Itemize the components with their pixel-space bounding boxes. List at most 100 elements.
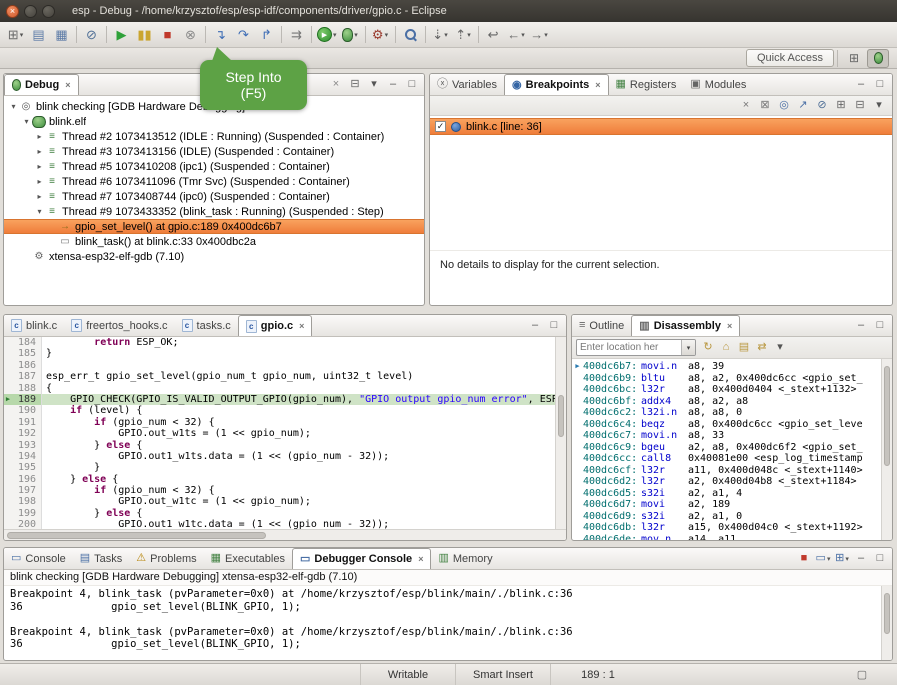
tab-executables[interactable]: ▦Executables: [204, 548, 292, 569]
disassembly-line[interactable]: 400dc6cf:l32ra11, 0x400d048c <_stext+114…: [572, 465, 892, 477]
tab-blink-c[interactable]: cblink.c: [4, 315, 64, 336]
twistie-icon[interactable]: ▸: [34, 147, 45, 156]
twistie-icon[interactable]: ▸: [34, 132, 45, 141]
save-all-button[interactable]: ▦: [50, 24, 73, 46]
tab-registers[interactable]: ▦Registers: [609, 74, 684, 95]
display-selected-console-button[interactable]: ▭▾: [814, 550, 832, 568]
code-line[interactable]: 188{: [4, 383, 566, 394]
tab-breakpoints[interactable]: ◉Breakpoints×: [504, 74, 608, 95]
previous-annotation-button[interactable]: ⇡▾: [452, 24, 475, 46]
twistie-icon[interactable]: ▾: [34, 207, 45, 216]
new-wizard-dropdown-icon[interactable]: ▾: [20, 31, 24, 39]
tab-disassembly[interactable]: ▥Disassembly×: [631, 315, 740, 336]
close-tab-icon[interactable]: ×: [418, 554, 423, 564]
new-wizard-button[interactable]: ⊞▾: [4, 24, 27, 46]
disassembly-line[interactable]: 400dc6c7:movi.na8, 33: [572, 430, 892, 442]
code-line[interactable]: 195 }: [4, 462, 566, 473]
back-dropdown-icon[interactable]: ▾: [521, 31, 525, 39]
save-button[interactable]: ▤: [27, 24, 50, 46]
debug-button[interactable]: ▾: [339, 24, 362, 46]
editor-vscroll-thumb[interactable]: [558, 395, 564, 437]
last-edit-location-button[interactable]: ↩: [482, 24, 505, 46]
tab-debugger-console[interactable]: ▭Debugger Console×: [292, 548, 431, 569]
code-line[interactable]: 200 GPIO.out1_w1tc.data = (1 << (gpio_nu…: [4, 519, 566, 529]
disassembly-line[interactable]: 400dc6db:l32ra15, 0x400d04c0 <_stext+119…: [572, 522, 892, 534]
show-breakpoints-supported-button[interactable]: ◎: [775, 97, 793, 115]
remove-all-terminated-button[interactable]: ×: [327, 76, 345, 94]
code-line[interactable]: 191 if (gpio_num < 32) {: [4, 417, 566, 428]
maximize-button[interactable]: □: [871, 317, 889, 335]
tab-variables[interactable]: ⓧVariables: [430, 74, 504, 95]
display-selected-console-dropdown-icon[interactable]: ▾: [827, 555, 831, 563]
back-button[interactable]: ←▾: [505, 24, 528, 46]
twistie-icon[interactable]: ▸: [34, 162, 45, 171]
debug-tree-item[interactable]: ▾blink.elf: [4, 114, 424, 129]
console-output[interactable]: Breakpoint 4, blink_task (pvParameter=0x…: [4, 586, 892, 660]
search-button[interactable]: [399, 24, 422, 46]
breakpoint-row[interactable]: ✓blink.c [line: 36]: [430, 118, 892, 135]
twistie-icon[interactable]: ▸: [34, 177, 45, 186]
show-source-button[interactable]: ▤: [735, 339, 753, 357]
run-dropdown-icon[interactable]: ▾: [333, 31, 337, 39]
code-line[interactable]: 185}: [4, 348, 566, 359]
minimize-button[interactable]: –: [852, 76, 870, 94]
open-console-dropdown-icon[interactable]: ▾: [845, 555, 849, 563]
location-combo[interactable]: ▾: [576, 339, 696, 356]
close-tab-icon[interactable]: ×: [595, 80, 600, 90]
code-line[interactable]: 193 } else {: [4, 440, 566, 451]
window-minimize-button[interactable]: [24, 5, 37, 18]
disassembly-line[interactable]: 400dc6c9:bgeua2, a8, 0x400dc6f2 <gpio_se…: [572, 442, 892, 454]
status-right-icon[interactable]: ▢: [853, 666, 871, 684]
home-button[interactable]: ⌂: [717, 339, 735, 357]
console-vscroll-thumb[interactable]: [884, 593, 890, 634]
minimize-button[interactable]: –: [852, 550, 870, 568]
tab-gpio-c[interactable]: cgpio.c×: [238, 315, 313, 336]
tab-outline[interactable]: ≡Outline: [572, 315, 631, 336]
debug-tree-item[interactable]: ▸≡Thread #6 1073411096 (Tmr Svc) (Suspen…: [4, 174, 424, 189]
twistie-icon[interactable]: ▾: [8, 102, 19, 111]
debug-tree-item[interactable]: ⚙xtensa-esp32-elf-gdb (7.10): [4, 249, 424, 264]
disconnect-button[interactable]: ⊗: [179, 24, 202, 46]
expand-all-button[interactable]: ⊞: [832, 97, 850, 115]
code-line[interactable]: 190 if (level) {: [4, 405, 566, 416]
minimize-button[interactable]: –: [384, 76, 402, 94]
tab-console[interactable]: ▭Console: [4, 548, 73, 569]
disassembly-vscroll-thumb[interactable]: [884, 366, 890, 466]
code-line[interactable]: 184 return ESP_OK;: [4, 337, 566, 348]
tab-memory[interactable]: ▥Memory: [431, 548, 499, 569]
tab-freertos-hooks-c[interactable]: cfreertos_hooks.c: [64, 315, 174, 336]
editor-horizontal-scrollbar[interactable]: [4, 529, 566, 540]
tab-debug[interactable]: Debug×: [4, 74, 79, 95]
twistie-icon[interactable]: ▸: [34, 192, 45, 201]
window-close-button[interactable]: ×: [6, 5, 19, 18]
breakpoint-checkbox[interactable]: ✓: [435, 121, 446, 132]
view-menu-button[interactable]: ▾: [365, 76, 383, 94]
resume-button[interactable]: ▶: [110, 24, 133, 46]
disassembly-line[interactable]: 400dc6c4:beqza8, 0x400dc6cc <gpio_set_le…: [572, 419, 892, 431]
code-line[interactable]: 196 } else {: [4, 474, 566, 485]
external-tools-dropdown-icon[interactable]: ▾: [385, 31, 389, 39]
collapse-all-button[interactable]: ⊟: [851, 97, 869, 115]
debug-dropdown-icon[interactable]: ▾: [354, 31, 358, 39]
code-line[interactable]: 199 } else {: [4, 508, 566, 519]
refresh-button[interactable]: ↻: [699, 339, 717, 357]
suspend-button[interactable]: ▮▮: [133, 24, 156, 46]
run-button[interactable]: ▶▾: [315, 24, 339, 46]
disassembly-line[interactable]: 400dc6d9:s32ia2, a1, 0: [572, 511, 892, 523]
close-tab-icon[interactable]: ×: [299, 321, 304, 331]
disassembly-line[interactable]: 400dc6de:mov.na14, a11: [572, 534, 892, 541]
debug-tree-item[interactable]: ▸≡Thread #5 1073410208 (ipc1) (Suspended…: [4, 159, 424, 174]
disassembly-line[interactable]: 400dc6d2:l32ra2, 0x400d04b8 <_stext+1184…: [572, 476, 892, 488]
view-menu-button[interactable]: ▾: [771, 339, 789, 357]
code-line[interactable]: 192 GPIO.out_w1ts = (1 << gpio_num);: [4, 428, 566, 439]
location-input[interactable]: [577, 342, 681, 353]
disassembly-line[interactable]: 400dc6bf:addx4a8, a2, a8: [572, 396, 892, 408]
tab-problems[interactable]: ⚠Problems: [129, 548, 203, 569]
code-line[interactable]: 197 if (gpio_num < 32) {: [4, 485, 566, 496]
code-line[interactable]: 186: [4, 360, 566, 371]
disassembly-line[interactable]: ▶400dc6b7:movi.na8, 39: [572, 361, 892, 373]
remove-breakpoint-button[interactable]: ×: [737, 97, 755, 115]
disassembly-line[interactable]: 400dc6d7:movia2, 189: [572, 499, 892, 511]
next-annotation-button[interactable]: ⇣▾: [429, 24, 452, 46]
console-vertical-scrollbar[interactable]: [881, 586, 892, 660]
